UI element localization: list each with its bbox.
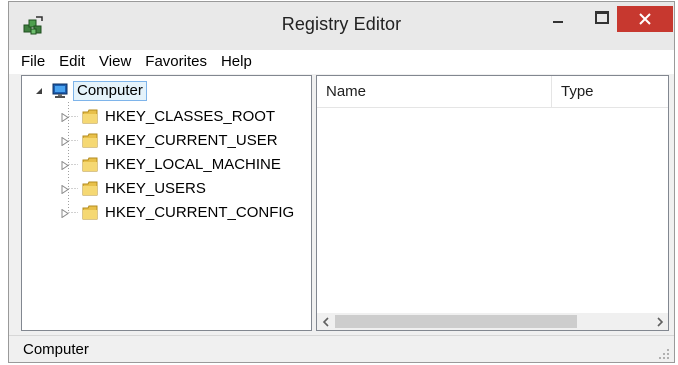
- expand-arrow-icon[interactable]: [60, 136, 70, 146]
- registry-editor-window: Registry Editor File Edit View Favorites…: [8, 1, 675, 363]
- minimize-button[interactable]: [535, 2, 580, 32]
- tree-node-label[interactable]: HKEY_CLASSES_ROOT: [105, 108, 275, 125]
- folder-icon: [82, 205, 98, 220]
- tree-node-label[interactable]: HKEY_CURRENT_USER: [105, 132, 278, 149]
- close-button[interactable]: [617, 6, 673, 32]
- values-list-pane[interactable]: Name Type: [316, 75, 669, 331]
- menu-help[interactable]: Help: [214, 50, 259, 74]
- column-header-name[interactable]: Name: [317, 76, 551, 108]
- close-icon: [639, 13, 651, 25]
- expand-arrow-icon[interactable]: [60, 160, 70, 170]
- tree-node-label[interactable]: Computer: [73, 81, 147, 101]
- maximize-icon: [594, 10, 609, 24]
- scrollbar-thumb[interactable]: [335, 315, 577, 328]
- expand-arrow-icon[interactable]: [60, 184, 70, 194]
- menu-file[interactable]: File: [9, 50, 52, 74]
- resize-grip-icon[interactable]: [658, 347, 670, 359]
- collapse-arrow-icon[interactable]: [34, 86, 44, 96]
- expand-arrow-icon[interactable]: [60, 208, 70, 218]
- menu-bar: File Edit View Favorites Help: [9, 50, 674, 74]
- scroll-left-arrow-icon[interactable]: [317, 313, 334, 330]
- title-bar[interactable]: Registry Editor: [9, 2, 674, 50]
- menu-view[interactable]: View: [92, 50, 138, 74]
- expand-arrow-icon[interactable]: [60, 112, 70, 122]
- computer-icon: [50, 83, 70, 99]
- folder-icon: [82, 181, 98, 196]
- tree-node-label[interactable]: HKEY_CURRENT_CONFIG: [105, 204, 294, 221]
- minimize-icon: [552, 21, 563, 23]
- horizontal-scrollbar[interactable]: [317, 313, 668, 330]
- scroll-right-arrow-icon[interactable]: [651, 313, 668, 330]
- menu-edit[interactable]: Edit: [52, 50, 92, 74]
- menu-favorites[interactable]: Favorites: [138, 50, 214, 74]
- status-bar: Computer: [9, 335, 674, 362]
- folder-icon: [82, 133, 98, 148]
- status-path-text: Computer: [23, 341, 89, 358]
- tree-node-label[interactable]: HKEY_LOCAL_MACHINE: [105, 156, 281, 173]
- folder-icon: [82, 157, 98, 172]
- key-tree-pane[interactable]: Computer HKEY_CLASSES_ROOT HKEY_CURRENT_…: [21, 75, 312, 331]
- folder-icon: [82, 109, 98, 124]
- column-header-type[interactable]: Type: [552, 76, 668, 108]
- tree-node-label[interactable]: HKEY_USERS: [105, 180, 206, 197]
